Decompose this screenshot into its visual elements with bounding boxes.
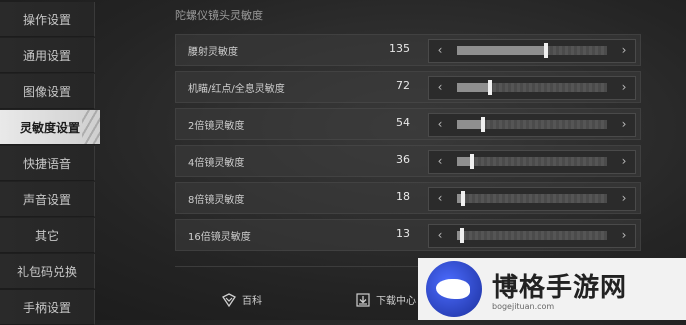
- sensitivity-value: 72: [396, 79, 410, 92]
- sidebar-item-label: 声音设置: [22, 192, 71, 207]
- sensitivity-value: 36: [396, 153, 410, 166]
- watermark-title: 博格手游网: [492, 273, 628, 303]
- chevron-left-icon[interactable]: ‹: [433, 154, 447, 168]
- chevron-left-icon[interactable]: ‹: [433, 80, 447, 94]
- sensitivity-value: 54: [396, 116, 410, 129]
- chevron-right-icon[interactable]: ›: [617, 191, 631, 205]
- sidebar-item-label: 快捷语音: [22, 156, 71, 171]
- sidebar-item-label: 图像设置: [22, 84, 71, 99]
- sensitivity-row: 4倍镜灵敏度 36 ‹ ›: [175, 145, 641, 177]
- slider-fill: [457, 120, 483, 129]
- slider-thumb[interactable]: [543, 43, 548, 58]
- sensitivity-slider-control: ‹ ›: [428, 150, 636, 174]
- chevron-left-icon[interactable]: ‹: [433, 117, 447, 131]
- sidebar-item-gift-code[interactable]: 礼包码兑换: [0, 254, 95, 289]
- sensitivity-label: 16倍镜灵敏度: [188, 232, 251, 243]
- sensitivity-row: 8倍镜灵敏度 18 ‹ ›: [175, 182, 641, 214]
- sidebar-item-label: 通用设置: [22, 48, 71, 63]
- chevron-right-icon[interactable]: ›: [617, 80, 631, 94]
- sensitivity-value: 18: [396, 190, 410, 203]
- download-center-button[interactable]: 下载中心: [356, 292, 416, 307]
- settings-sidebar: 操作设置 通用设置 图像设置 灵敏度设置 快捷语音 声音设置 其它 礼包码兑换 …: [0, 0, 100, 325]
- chevron-left-icon[interactable]: ‹: [433, 191, 447, 205]
- sidebar-item-label: 礼包码兑换: [16, 264, 77, 279]
- sensitivity-slider-control: ‹ ›: [428, 113, 636, 137]
- download-icon: [356, 292, 370, 307]
- sensitivity-label: 腰射灵敏度: [188, 47, 238, 58]
- chevron-right-icon[interactable]: ›: [617, 228, 631, 242]
- sensitivity-row: 16倍镜灵敏度 13 ‹ ›: [175, 219, 641, 251]
- slider-thumb[interactable]: [459, 228, 464, 243]
- watermark-text: 博格手游网 bogejituan.com: [492, 267, 627, 311]
- chevron-right-icon[interactable]: ›: [617, 154, 631, 168]
- sidebar-item-operation[interactable]: 操作设置: [0, 2, 95, 37]
- sensitivity-label: 机瞄/红点/全息灵敏度: [188, 84, 285, 95]
- slider-track[interactable]: [457, 43, 607, 58]
- watermark-logo-icon: [426, 261, 482, 317]
- sensitivity-row: 机瞄/红点/全息灵敏度 72 ‹ ›: [175, 71, 641, 103]
- sensitivity-value: 13: [396, 227, 410, 240]
- site-watermark: 博格手游网 bogejituan.com: [418, 258, 686, 320]
- sidebar-item-other[interactable]: 其它: [0, 218, 95, 253]
- sensitivity-value: 135: [389, 42, 410, 55]
- sensitivity-slider-control: ‹ ›: [428, 224, 636, 248]
- slider-track[interactable]: [457, 117, 607, 132]
- chevron-right-icon[interactable]: ›: [617, 43, 631, 57]
- sidebar-item-label: 操作设置: [22, 12, 71, 27]
- sidebar-item-sound[interactable]: 声音设置: [0, 182, 95, 217]
- download-center-label: 下载中心: [376, 296, 416, 307]
- sidebar-item-sensitivity[interactable]: 灵敏度设置: [0, 110, 100, 145]
- slider-thumb[interactable]: [470, 154, 474, 169]
- slider-thumb[interactable]: [480, 117, 485, 132]
- slider-thumb[interactable]: [488, 80, 492, 95]
- slider-track[interactable]: [457, 228, 607, 243]
- slider-track[interactable]: [457, 80, 607, 95]
- slider-track[interactable]: [457, 191, 607, 206]
- slider-fill: [457, 46, 546, 55]
- sidebar-item-quick-voice[interactable]: 快捷语音: [0, 146, 95, 181]
- sidebar-item-label: 灵敏度设置: [19, 120, 80, 135]
- active-stripe-decoration: [82, 110, 100, 144]
- sensitivity-slider-control: ‹ ›: [428, 39, 636, 63]
- sensitivity-label: 4倍镜灵敏度: [188, 158, 245, 169]
- slider-thumb[interactable]: [461, 191, 465, 206]
- section-title: 陀螺仪镜头灵敏度: [175, 9, 263, 22]
- sidebar-item-label: 手柄设置: [22, 300, 71, 315]
- chevron-left-icon[interactable]: ‹: [433, 228, 447, 242]
- sidebar-item-general[interactable]: 通用设置: [0, 38, 95, 73]
- chevron-left-icon[interactable]: ‹: [433, 43, 447, 57]
- wiki-button[interactable]: 百科: [222, 292, 262, 307]
- sensitivity-label: 2倍镜灵敏度: [188, 121, 245, 132]
- sidebar-item-label: 其它: [34, 228, 59, 243]
- slider-track[interactable]: [457, 154, 607, 169]
- slider-fill: [457, 83, 490, 92]
- wiki-icon: [222, 292, 236, 307]
- chevron-right-icon[interactable]: ›: [617, 117, 631, 131]
- sidebar-item-graphics[interactable]: 图像设置: [0, 74, 95, 109]
- sensitivity-label: 8倍镜灵敏度: [188, 195, 245, 206]
- sensitivity-row: 2倍镜灵敏度 54 ‹ ›: [175, 108, 641, 140]
- sensitivity-slider-control: ‹ ›: [428, 187, 636, 211]
- wiki-label: 百科: [242, 296, 262, 307]
- sensitivity-row: 腰射灵敏度 135 ‹ ›: [175, 34, 641, 66]
- sensitivity-slider-control: ‹ ›: [428, 76, 636, 100]
